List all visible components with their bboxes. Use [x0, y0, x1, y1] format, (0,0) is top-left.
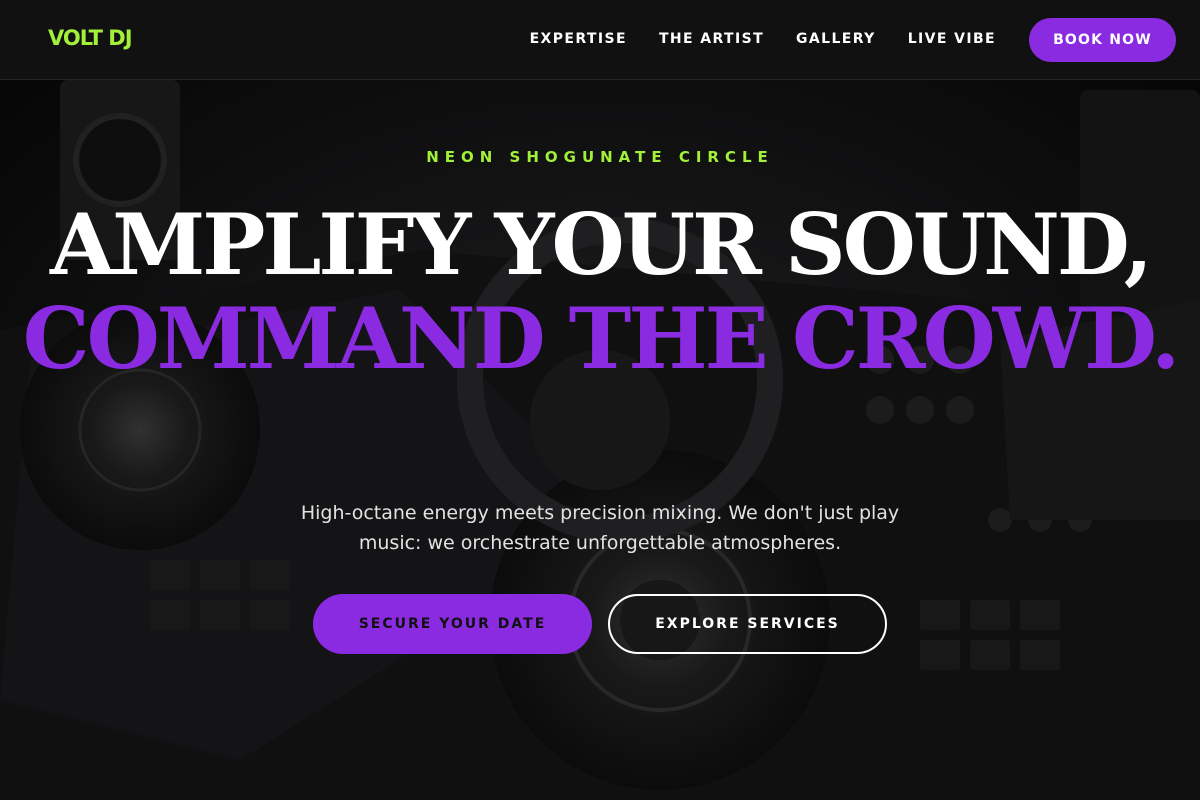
brand-logo[interactable]: VOLT DJ	[48, 26, 133, 50]
nav-link-expertise[interactable]: EXPERTISE	[530, 31, 627, 47]
hero-subtitle: High-octane energy meets precision mixin…	[300, 502, 900, 554]
nav-link-the-artist[interactable]: THE ARTIST	[659, 31, 764, 47]
hero-section: NEON SHOGUNATE CIRCLE AMPLIFY YOUR SOUND…	[0, 80, 1200, 800]
headline-line-2: COMMAND THE CROWD.	[22, 289, 1180, 388]
headline-line-1: AMPLIFY YOUR SOUND,	[50, 195, 1153, 294]
explore-services-button[interactable]: EXPLORE SERVICES	[608, 594, 887, 654]
main-menu: EXPERTISE THE ARTIST GALLERY LIVE VIBE	[530, 31, 996, 47]
top-navigation-bar: VOLT DJ EXPERTISE THE ARTIST GALLERY LIV…	[0, 0, 1200, 80]
book-now-button[interactable]: BOOK NOW	[1029, 18, 1176, 62]
hero-eyebrow: NEON SHOGUNATE CIRCLE	[426, 148, 774, 166]
nav-link-live-vibe[interactable]: LIVE VIBE	[908, 31, 996, 47]
secure-your-date-button[interactable]: SECURE YOUR DATE	[313, 594, 592, 654]
hero-headline: AMPLIFY YOUR SOUND, COMMAND THE CROWD.	[0, 198, 1200, 386]
nav-link-gallery[interactable]: GALLERY	[796, 31, 876, 47]
